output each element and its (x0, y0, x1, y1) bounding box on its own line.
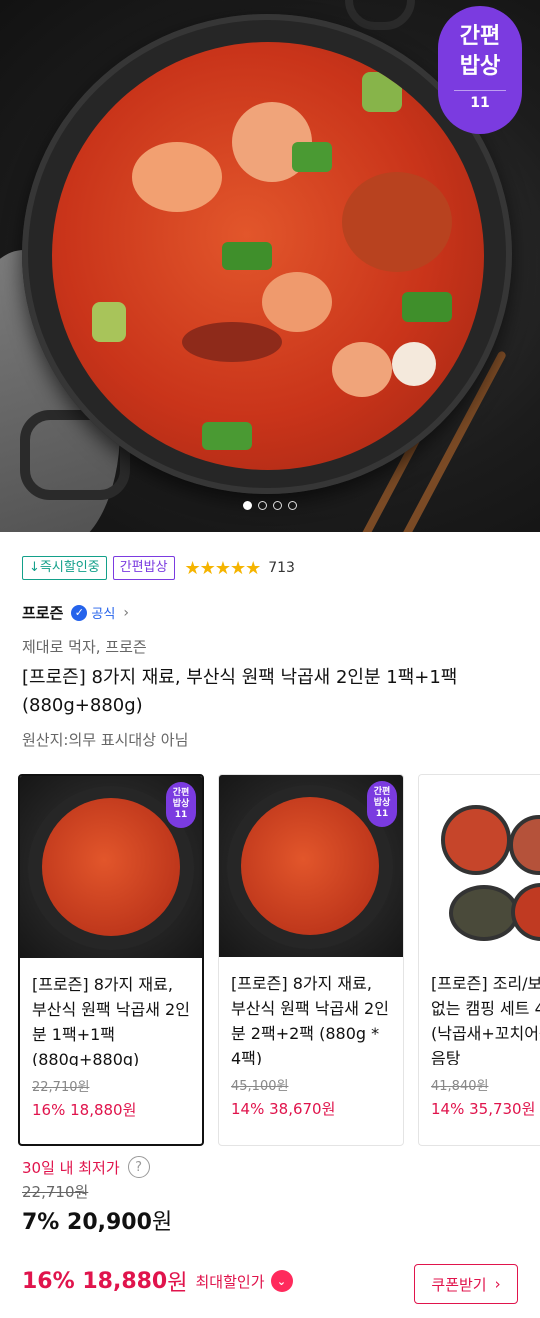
seller-name: 프로즌 (22, 604, 64, 622)
option-thumbnail (419, 775, 540, 957)
max-discount-price: 16% 18,880 원 최대할인가 ⌄ (22, 1265, 293, 1297)
eleven-logo-icon: 11 (454, 90, 506, 111)
option-original-price: 45,100원 (231, 1079, 289, 1094)
help-icon[interactable]: ? (127, 1156, 150, 1178)
stew-food (52, 42, 484, 470)
pan-handle (345, 0, 415, 30)
product-hero-image[interactable]: 간편 밥상 11 (0, 0, 540, 532)
option-title: [프로즌] 8가지 재료, 부산식 원팩 낙곱새 2인분 2팩+2팩 (880g… (231, 974, 389, 1065)
option-thumbnail: 간편 밥상 11 (219, 775, 403, 957)
option-discount-price: 14% 35,730원 (431, 1100, 536, 1118)
brand-tag: 간편밥상 (112, 556, 175, 580)
carousel-dot[interactable] (273, 501, 282, 510)
option-thumbnail: 간편 밥상 11 (20, 776, 202, 958)
carousel-dot[interactable] (258, 501, 267, 510)
product-title: [프로즌] 8가지 재료, 부산식 원팩 낙곱새 2인분 1팩+1팩 (880g… (22, 667, 458, 716)
carousel-dot[interactable] (243, 501, 252, 510)
option-card[interactable]: [프로즌] 조리/보관 걱정 없는 캠핑 세트 4종세트 (낙곱새+꼬치어묵닭볶… (418, 774, 540, 1146)
product-subtitle: 제대로 먹자, 프로즌 (22, 638, 147, 656)
carousel-dots[interactable] (0, 495, 540, 514)
current-price: 7% 20,900원 (22, 1210, 173, 1235)
review-count[interactable]: 713 (268, 560, 295, 576)
brand-badge-small: 간편 밥상 11 (166, 782, 196, 828)
option-original-price: 22,710원 (32, 1080, 90, 1095)
option-discount-price: 16% 18,880원 (32, 1101, 137, 1119)
verified-check-icon: ✓ (71, 604, 88, 621)
option-discount-price: 14% 38,670원 (231, 1100, 336, 1118)
seller-link[interactable]: 프로즌 ✓ 공식 › (22, 602, 129, 623)
option-card[interactable]: 간편 밥상 11 [프로즌] 8가지 재료, 부산식 원팩 낙곱새 2인분 1팩+1… (18, 774, 204, 1146)
official-badge: ✓ 공식 (71, 603, 115, 622)
instant-discount-tag: ↓즉시할인중 (22, 556, 107, 580)
option-original-price: 41,840원 (431, 1079, 489, 1094)
chevron-right-icon: › (123, 604, 129, 621)
brand-badge: 간편 밥상 11 (438, 6, 522, 134)
lowest-price-label: 30일 내 최저가 ? (22, 1156, 150, 1178)
carousel-dot[interactable] (288, 501, 297, 510)
option-card[interactable]: 간편 밥상 11 [프로즌] 8가지 재료, 부산식 원팩 낙곱새 2인분 2팩+2… (218, 774, 404, 1146)
tag-row: ↓즉시할인중 간편밥상 ★★★★★ 713 (22, 555, 295, 581)
coupon-button[interactable]: 쿠폰받기 › (414, 1264, 518, 1304)
original-price: 22,710원 (22, 1183, 89, 1201)
origin-info: 원산지:의무 표시대상 아님 (22, 731, 189, 749)
option-title: [프로즌] 조리/보관 걱정 없는 캠핑 세트 4종세트 (낙곱새+꼬치어묵닭볶… (431, 974, 540, 1065)
chevron-right-icon: › (494, 1275, 501, 1293)
chevron-down-icon[interactable]: ⌄ (270, 1270, 293, 1292)
star-rating-icon[interactable]: ★★★★★ (185, 558, 262, 579)
option-title: [프로즌] 8가지 재료, 부산식 원팩 낙곱새 2인분 1팩+1팩 (880g… (32, 975, 190, 1066)
brand-badge-small: 간편 밥상 11 (367, 781, 397, 827)
